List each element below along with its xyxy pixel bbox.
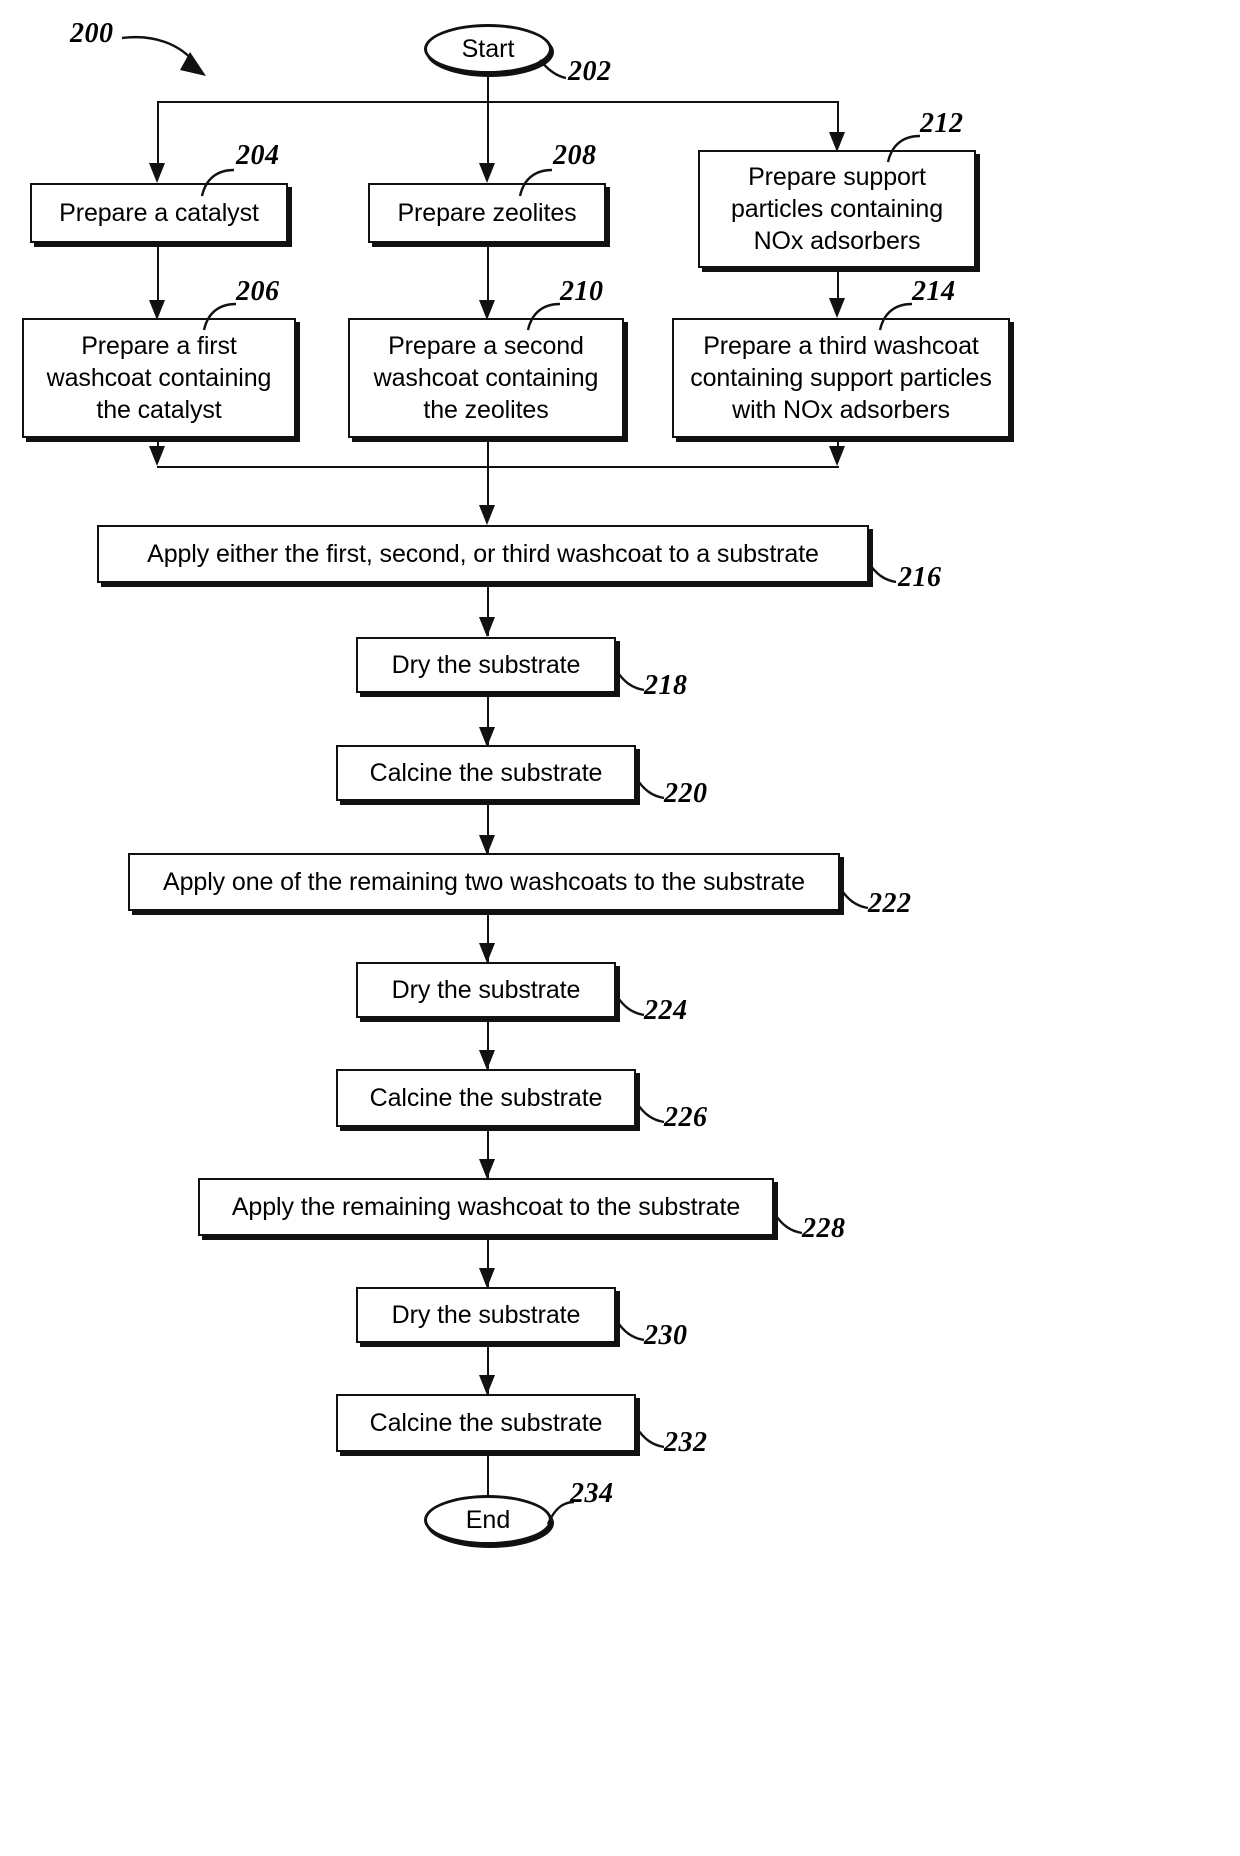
ref-232: 232 bbox=[664, 1427, 708, 1458]
node-204-label: Prepare a catalyst bbox=[59, 199, 259, 227]
ref-214: 214 bbox=[912, 276, 956, 307]
node-218-label: Dry the substrate bbox=[391, 651, 581, 679]
edge-bus-to-208 bbox=[487, 101, 489, 166]
node-224-label: Dry the substrate bbox=[391, 976, 581, 1004]
ref-202: 202 bbox=[568, 56, 612, 87]
arrowhead-to-208 bbox=[479, 163, 495, 183]
node-calcine-substrate-3: Calcine the substrate bbox=[336, 1394, 636, 1452]
arrowhead-to-212 bbox=[829, 132, 845, 152]
arrowhead-to-210 bbox=[479, 300, 495, 320]
arrowhead-206-merge bbox=[149, 446, 165, 466]
node-prepare-support-particles: Prepare support particles containing NOx… bbox=[698, 150, 976, 268]
node-dry-substrate-3: Dry the substrate bbox=[356, 1287, 616, 1343]
node-prepare-catalyst: Prepare a catalyst bbox=[30, 183, 288, 243]
node-third-washcoat: Prepare a third washcoat containing supp… bbox=[672, 318, 1010, 438]
node-222-label: Apply one of the remaining two washcoats… bbox=[163, 868, 805, 896]
arrowhead-to-230 bbox=[479, 1268, 495, 1288]
ref-226: 226 bbox=[664, 1102, 708, 1133]
ref-224: 224 bbox=[644, 995, 688, 1026]
arrowhead-to-222 bbox=[479, 835, 495, 855]
edge-bus-to-204 bbox=[157, 101, 159, 166]
terminator-start-label: Start bbox=[461, 34, 515, 63]
arrowhead-to-224 bbox=[479, 943, 495, 963]
node-apply-first-washcoat: Apply either the first, second, or third… bbox=[97, 525, 869, 583]
node-206-label: Prepare a first washcoat containing the … bbox=[46, 332, 272, 424]
edge-208-to-210 bbox=[487, 245, 489, 307]
ref-222: 222 bbox=[868, 888, 912, 919]
ref-210: 210 bbox=[560, 276, 604, 307]
edge-distribution-bus bbox=[157, 101, 837, 103]
ref-220: 220 bbox=[664, 778, 708, 809]
edge-start-down bbox=[487, 74, 489, 102]
node-210-label: Prepare a second washcoat containing the… bbox=[373, 332, 599, 424]
node-apply-third-washcoat: Apply the remaining washcoat to the subs… bbox=[198, 1178, 774, 1236]
flowchart-canvas: 200 Start 202 Prepare a catalyst 204 Pre… bbox=[0, 0, 1240, 1856]
node-214-label: Prepare a third washcoat containing supp… bbox=[690, 332, 992, 424]
node-dry-substrate-2: Dry the substrate bbox=[356, 962, 616, 1018]
arrowhead-to-216 bbox=[479, 505, 495, 525]
ref-230: 230 bbox=[644, 1320, 688, 1351]
arrowhead-to-218 bbox=[479, 617, 495, 637]
figure-number-200: 200 bbox=[70, 18, 114, 49]
arrowhead-to-228 bbox=[479, 1159, 495, 1179]
node-230-label: Dry the substrate bbox=[391, 1301, 581, 1329]
arrowhead-to-232 bbox=[479, 1375, 495, 1395]
node-second-washcoat: Prepare a second washcoat containing the… bbox=[348, 318, 624, 438]
ref-204: 204 bbox=[236, 140, 280, 171]
node-212-label: Prepare support particles containing NOx… bbox=[730, 163, 943, 255]
arrowhead-214-merge bbox=[829, 446, 845, 466]
node-208-label: Prepare zeolites bbox=[397, 199, 577, 227]
arrowhead-to-226 bbox=[479, 1050, 495, 1070]
ref-228: 228 bbox=[802, 1213, 846, 1244]
ref-206: 206 bbox=[236, 276, 280, 307]
figure-200-leader-arrow bbox=[121, 36, 206, 76]
node-dry-substrate-1: Dry the substrate bbox=[356, 637, 616, 693]
ref-234: 234 bbox=[570, 1478, 614, 1509]
node-232-label: Calcine the substrate bbox=[369, 1409, 603, 1437]
edge-204-to-206 bbox=[157, 245, 159, 307]
node-first-washcoat: Prepare a first washcoat containing the … bbox=[22, 318, 296, 438]
terminator-end-label: End bbox=[465, 1505, 511, 1534]
node-228-label: Apply the remaining washcoat to the subs… bbox=[231, 1193, 741, 1221]
node-226-label: Calcine the substrate bbox=[369, 1084, 603, 1112]
node-calcine-substrate-2: Calcine the substrate bbox=[336, 1069, 636, 1127]
ref-216: 216 bbox=[898, 562, 942, 593]
terminator-start: Start bbox=[424, 24, 552, 74]
edge-merge-bus bbox=[157, 466, 839, 468]
arrowhead-to-206 bbox=[149, 300, 165, 320]
node-calcine-substrate-1: Calcine the substrate bbox=[336, 745, 636, 801]
node-216-label: Apply either the first, second, or third… bbox=[147, 540, 819, 568]
arrowhead-to-220 bbox=[479, 727, 495, 747]
ref-218: 218 bbox=[644, 670, 688, 701]
terminator-end: End bbox=[424, 1495, 552, 1545]
node-220-label: Calcine the substrate bbox=[369, 759, 603, 787]
arrowhead-to-204 bbox=[149, 163, 165, 183]
node-apply-second-washcoat: Apply one of the remaining two washcoats… bbox=[128, 853, 840, 911]
arrowhead-to-214 bbox=[829, 298, 845, 318]
ref-208: 208 bbox=[553, 140, 597, 171]
node-prepare-zeolites: Prepare zeolites bbox=[368, 183, 606, 243]
ref-212: 212 bbox=[920, 108, 964, 139]
